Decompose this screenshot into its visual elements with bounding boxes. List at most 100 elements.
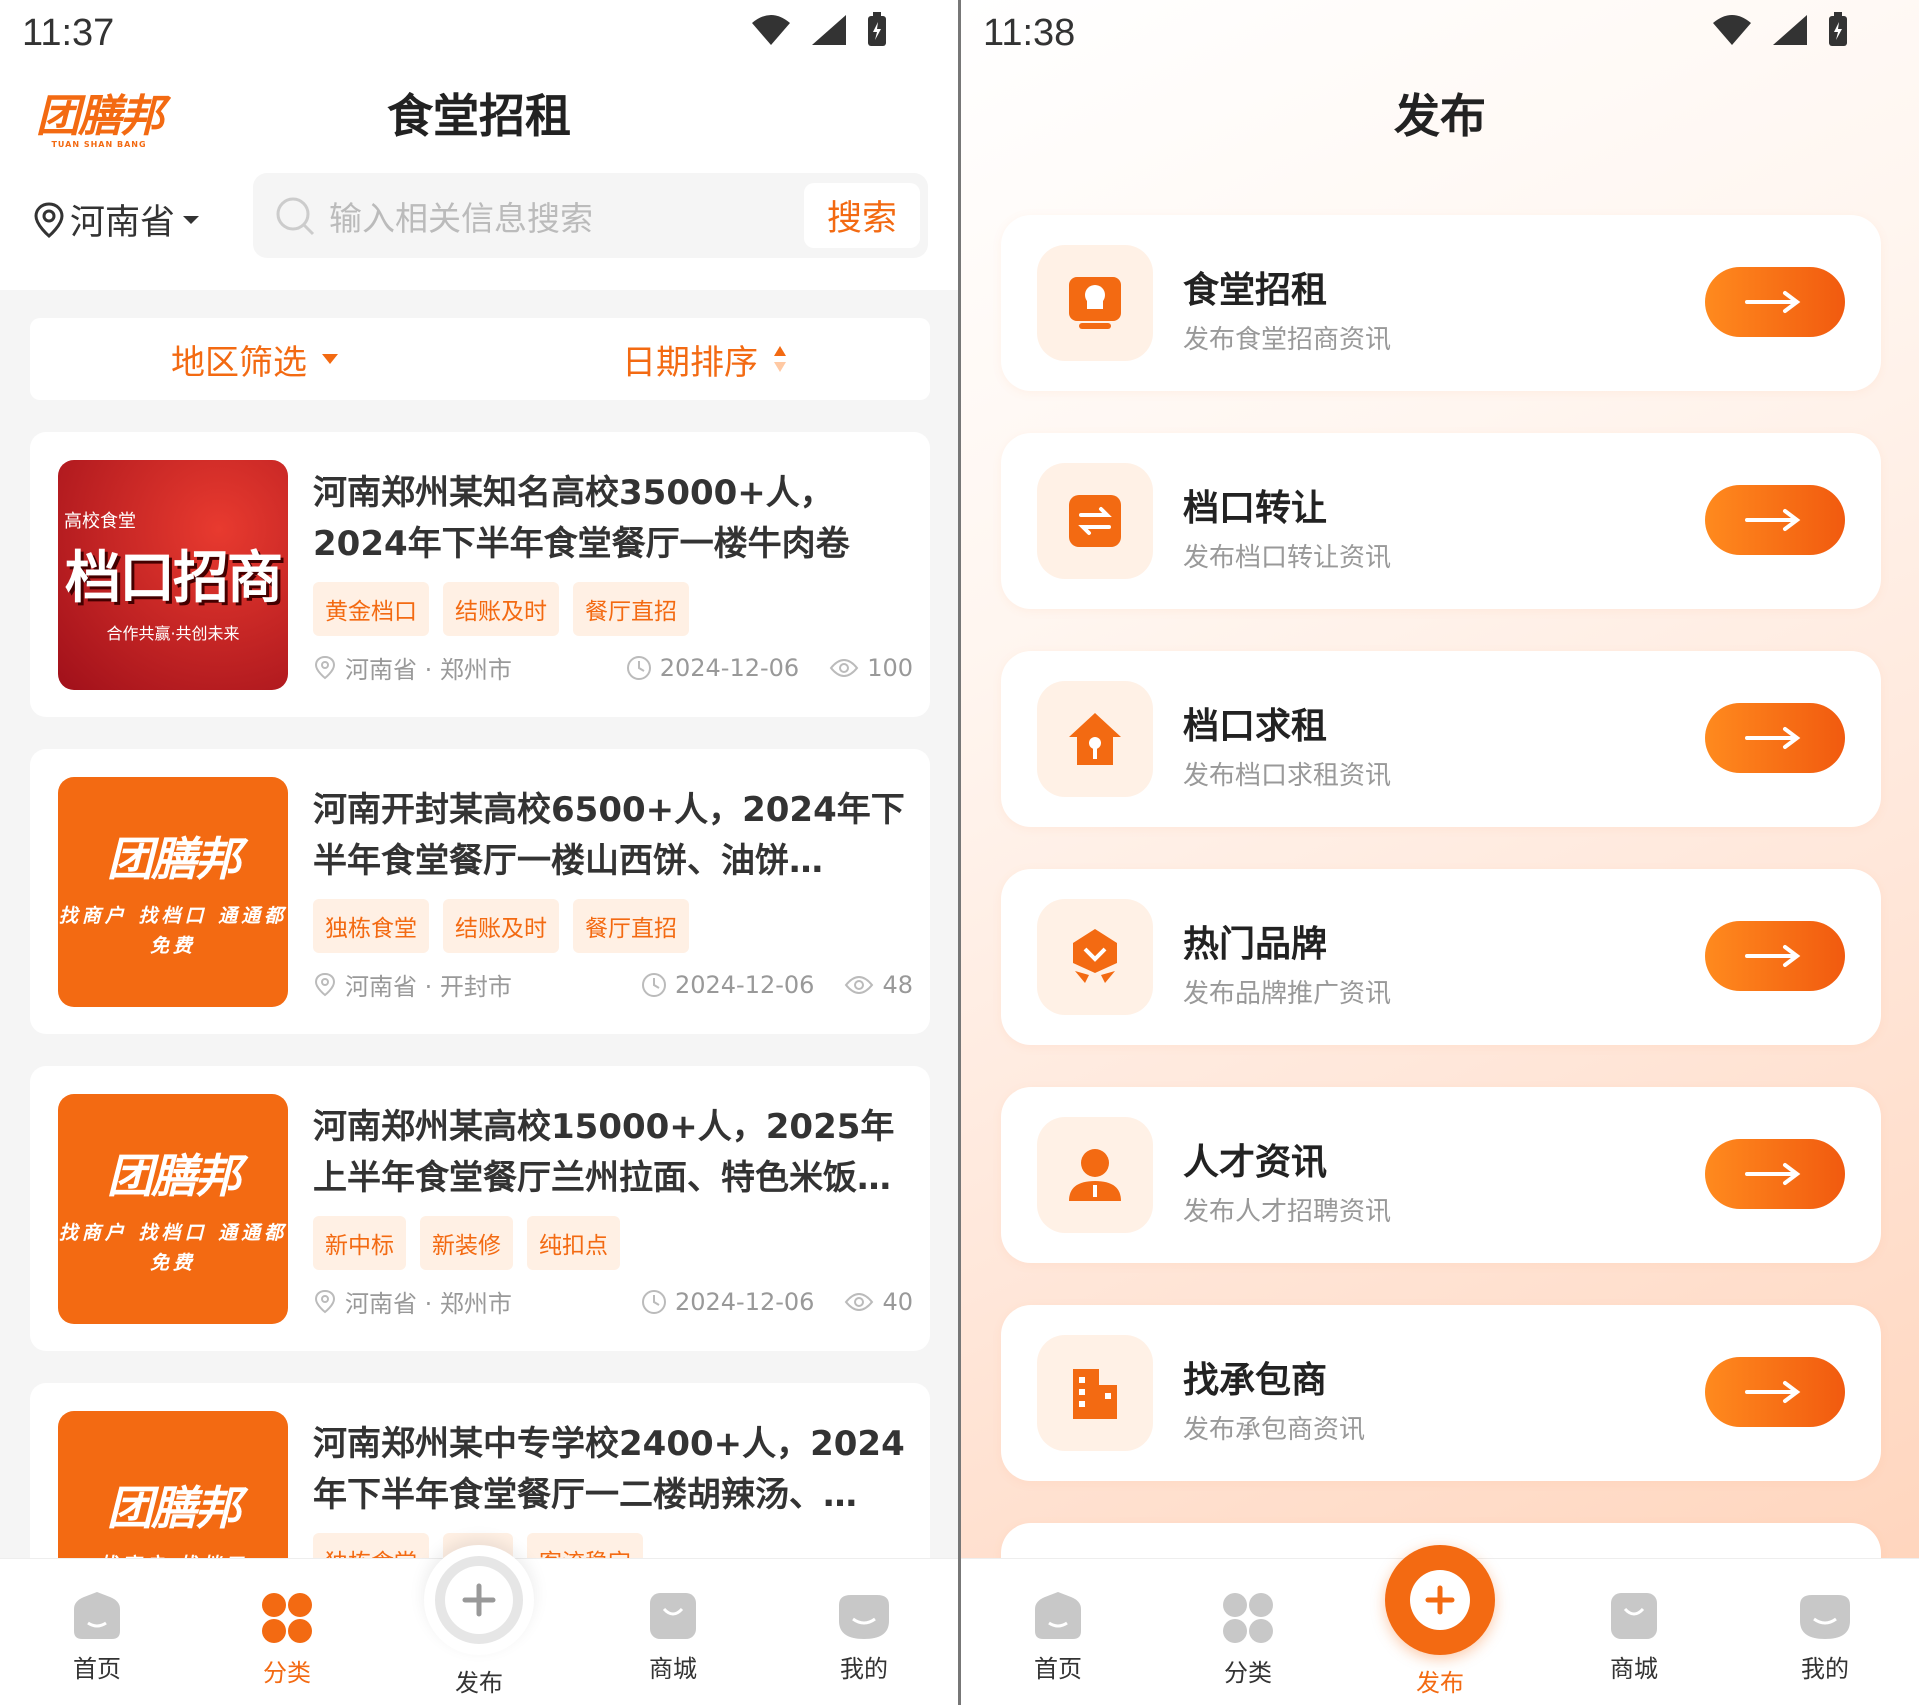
- region-filter[interactable]: 地区筛选: [30, 335, 480, 384]
- shopping-bag-icon: [650, 1593, 696, 1639]
- arrow-right-icon: [1745, 509, 1801, 531]
- go-button[interactable]: [1705, 1139, 1845, 1209]
- item-icon-wrap: [1037, 1335, 1153, 1451]
- listing-date: 2024-12-06: [659, 653, 800, 682]
- listing-card[interactable]: 高校食堂 档口招商 合作共赢·共创未来 河南郑州某知名高校35000+人，202…: [30, 432, 930, 717]
- right-screen: 11:38 发布 食堂招租 发布食堂招商资讯 档口转让 发布档口转让资讯 档口求…: [961, 0, 1919, 1705]
- caret-down-icon: [183, 215, 200, 224]
- listing-location: 河南省 · 开封市: [345, 973, 512, 1001]
- publish-item-talent[interactable]: 人才资讯 发布人才招聘资讯: [1001, 1087, 1881, 1263]
- tab-profile[interactable]: 我的: [1765, 1591, 1885, 1684]
- tab-home[interactable]: 首页: [998, 1591, 1118, 1684]
- tag: 新装修: [420, 1216, 513, 1270]
- publish-item-stall-seeking[interactable]: 档口求租 发布档口求租资讯: [1001, 651, 1881, 827]
- go-button[interactable]: [1705, 267, 1845, 337]
- status-time: 11:38: [983, 12, 1076, 54]
- thumb-sub-text: 找商户 找档口 通通都免费: [58, 905, 288, 957]
- listing-card[interactable]: 团膳邦 找商户 找档口 通通都免费 河南开封某高校6500+人，2024年下半年…: [30, 749, 930, 1034]
- item-subtitle: 发布食堂招商资讯: [1183, 325, 1392, 355]
- search-input[interactable]: 输入相关信息搜索: [329, 192, 593, 240]
- tab-publish[interactable]: 发布: [1380, 1545, 1500, 1698]
- listing-meta: 河南省 · 开封市 2024-12-06 48: [313, 967, 913, 1002]
- item-subtitle: 发布承包商资讯: [1183, 1415, 1366, 1445]
- tag: 餐厅直招: [573, 899, 689, 953]
- go-button[interactable]: [1705, 703, 1845, 773]
- tab-label: 发布: [455, 1669, 503, 1697]
- tab-category[interactable]: 分类: [1188, 1591, 1308, 1688]
- location-icon: [314, 972, 336, 996]
- thumb-main-text: 档口招商: [65, 545, 283, 611]
- publish-item-hot-brand[interactable]: 热门品牌 发布品牌推广资讯: [1001, 869, 1881, 1045]
- publish-item-stall-transfer[interactable]: 档口转让 发布档口转让资讯: [1001, 433, 1881, 609]
- tab-home[interactable]: 首页: [37, 1591, 157, 1684]
- user-icon: [839, 1595, 889, 1639]
- location-selector[interactable]: 河南省: [34, 194, 201, 245]
- go-button[interactable]: [1705, 921, 1845, 991]
- wifi-icon: [752, 15, 790, 45]
- listing-date: 2024-12-06: [674, 970, 815, 999]
- item-title: 热门品牌: [1183, 924, 1328, 965]
- location-icon: [314, 1289, 336, 1313]
- category-icon: [262, 1593, 312, 1643]
- page-title: 食堂招租: [387, 89, 571, 143]
- tag: 新中标: [313, 1216, 406, 1270]
- eye-icon: [845, 1292, 874, 1311]
- publish-item-contractor[interactable]: 找承包商 发布承包商资讯: [1001, 1305, 1881, 1481]
- publish-item-canteen-rental[interactable]: 食堂招租 发布食堂招商资讯: [1001, 215, 1881, 391]
- caret-down-icon: [322, 354, 338, 364]
- building-icon: [1073, 1369, 1117, 1419]
- wifi-icon: [1713, 15, 1751, 45]
- item-subtitle: 发布档口转让资讯: [1183, 543, 1392, 573]
- publish-button: [1385, 1545, 1495, 1655]
- tab-mall[interactable]: 商城: [1574, 1591, 1694, 1684]
- location-pin-icon: [34, 201, 64, 238]
- item-title: 档口求租: [1183, 706, 1328, 747]
- chef-hat-icon: [1069, 277, 1121, 329]
- thumb-main-text: 团膳邦: [107, 1481, 241, 1535]
- go-button[interactable]: [1705, 485, 1845, 555]
- home-icon: [1035, 1592, 1081, 1639]
- listing-title: 河南开封某高校6500+人，2024年下半年食堂餐厅一楼山西饼、油饼…: [313, 790, 905, 881]
- signal-icon: [1773, 15, 1807, 45]
- home-icon: [74, 1592, 120, 1639]
- battery-icon: [868, 12, 886, 46]
- battery-icon: [1829, 12, 1847, 46]
- signal-icon: [812, 15, 846, 45]
- sort-icon: [774, 346, 786, 372]
- listing-tags: 独栋食堂 结账及时 餐厅直招: [313, 899, 689, 953]
- tab-publish[interactable]: 发布: [419, 1545, 539, 1698]
- listing-card[interactable]: 团膳邦 找商户 找档口 通通都免费 河南郑州某高校15000+人，2025年上半…: [30, 1066, 930, 1351]
- category-icon: [1223, 1593, 1273, 1643]
- arrow-right-icon: [1745, 291, 1801, 313]
- house-key-icon: [1069, 713, 1121, 765]
- thumb-top-text: 高校食堂: [64, 510, 136, 532]
- arrow-right-icon: [1745, 1163, 1801, 1185]
- tab-category[interactable]: 分类: [227, 1591, 347, 1688]
- listing-thumbnail: 高校食堂 档口招商 合作共赢·共创未来: [58, 460, 288, 690]
- listing-location: 河南省 · 郑州市: [345, 656, 512, 684]
- badge-icon: [1073, 929, 1117, 983]
- item-title: 找承包商: [1183, 1360, 1328, 1401]
- listing-views: 40: [882, 1287, 913, 1316]
- item-subtitle: 发布品牌推广资讯: [1183, 979, 1392, 1009]
- status-time: 11:37: [22, 12, 115, 54]
- eye-icon: [845, 975, 874, 994]
- location-icon: [314, 655, 336, 679]
- swap-icon: [1069, 495, 1121, 547]
- thumb-sub-text: 合作共赢·共创未来: [106, 623, 240, 643]
- date-sort[interactable]: 日期排序: [480, 335, 930, 384]
- bottom-tab-bar: 首页 分类 发布 商城 我的: [0, 1545, 958, 1705]
- thumb-main-text: 团膳邦: [107, 1149, 241, 1203]
- go-button[interactable]: [1705, 1357, 1845, 1427]
- listing-meta: 河南省 · 郑州市 2024-12-06 40: [313, 1284, 913, 1319]
- search-box: 输入相关信息搜索 搜索: [253, 173, 928, 258]
- tab-profile[interactable]: 我的: [804, 1591, 924, 1684]
- tab-label: 首页: [73, 1655, 121, 1683]
- tab-mall[interactable]: 商城: [613, 1591, 733, 1684]
- tab-label: 发布: [1416, 1669, 1464, 1697]
- item-icon-wrap: [1037, 681, 1153, 797]
- tab-label: 分类: [263, 1659, 311, 1687]
- left-screen: 11:37 团膳邦 TUAN SHAN BANG 食堂招租 河南省 输入相关信息搜…: [0, 0, 958, 1705]
- listing-meta: 河南省 · 郑州市 2024-12-06 100: [313, 650, 913, 685]
- search-button[interactable]: 搜索: [804, 183, 920, 248]
